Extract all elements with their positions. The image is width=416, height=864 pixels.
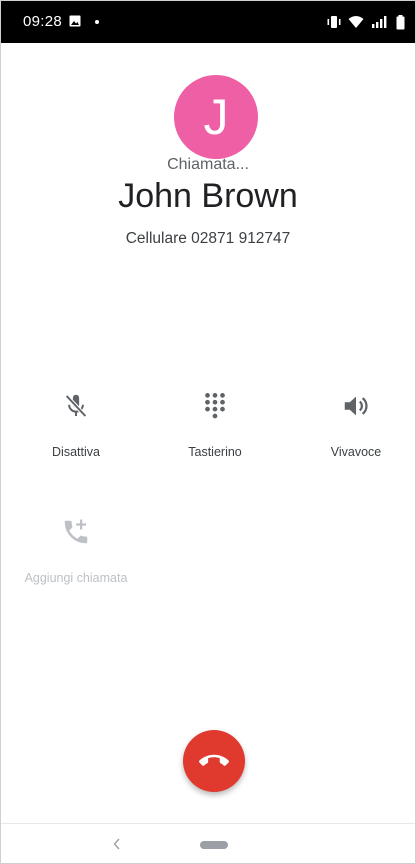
nav-divider [1,823,415,824]
mute-label: Disattiva [52,445,100,459]
home-pill[interactable] [200,841,228,849]
mute-button[interactable]: Disattiva [11,391,141,481]
mic-off-icon [65,394,87,418]
status-bar: 09:28 [1,1,415,43]
status-icons [326,13,405,31]
call-end-icon [199,754,229,766]
speaker-label: Vivavoce [330,445,382,459]
status-time: 09:28 [23,13,63,30]
end-call-button[interactable] [183,730,245,792]
notification-dot [95,20,99,24]
caller-name: John Brown [118,177,298,215]
back-icon[interactable] [111,837,123,851]
call-status: Chiamata... [167,156,249,173]
dialpad-icon [205,393,225,419]
phone-screen: 09:28 J Chiamata... John Brown Cellulare… [0,0,416,864]
wifi-icon [348,16,364,28]
caller-number: Cellulare 02871 912747 [125,230,291,247]
cell-signal-icon [372,16,387,28]
caller-avatar: J [174,75,258,159]
speaker-icon [344,396,368,416]
keypad-button[interactable]: Tastierino [150,391,280,481]
vibrate-icon [327,16,341,28]
add-call-button[interactable]: Aggiungi chiamata [11,517,141,607]
add-call-label: Aggiungi chiamata [24,571,128,585]
keypad-label: Tastierino [188,445,242,459]
photo-icon [69,15,81,27]
battery-icon [396,14,405,29]
speaker-button[interactable]: Vivavoce [291,391,415,481]
add-call-icon [64,519,88,544]
